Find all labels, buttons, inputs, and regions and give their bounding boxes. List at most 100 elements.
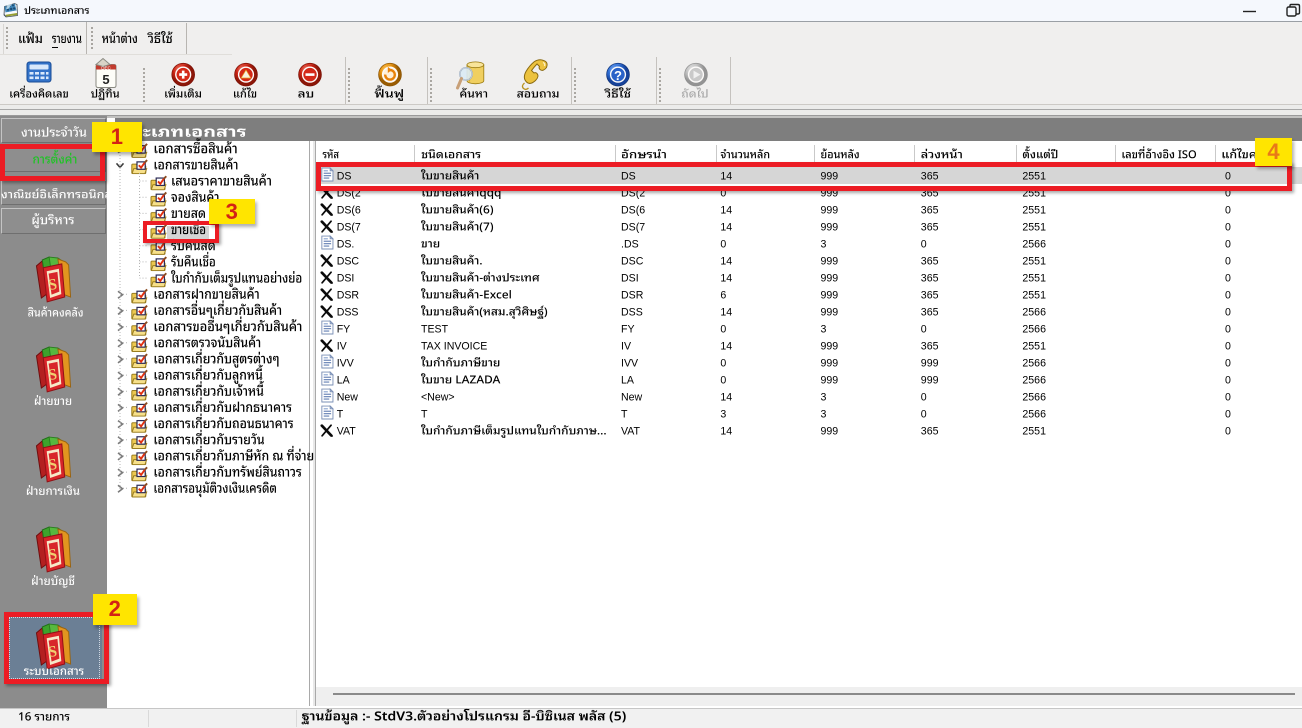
svg-text:2551: 2551 bbox=[1022, 425, 1046, 437]
svg-text:0: 0 bbox=[1225, 425, 1231, 437]
svg-text:999: 999 bbox=[821, 357, 839, 369]
svg-text:?: ? bbox=[614, 68, 622, 83]
svg-text:999: 999 bbox=[821, 204, 839, 216]
svg-text:0: 0 bbox=[1225, 306, 1231, 318]
svg-text:DSR: DSR bbox=[337, 289, 360, 301]
svg-text:0: 0 bbox=[921, 238, 927, 250]
svg-text:0: 0 bbox=[1225, 323, 1231, 335]
svg-text:.DS: .DS bbox=[621, 238, 639, 250]
svg-text:14: 14 bbox=[720, 272, 732, 284]
svg-text:365: 365 bbox=[921, 425, 939, 437]
svg-text:999: 999 bbox=[821, 221, 839, 233]
svg-text:999: 999 bbox=[821, 306, 839, 318]
svg-text:FY: FY bbox=[621, 323, 635, 335]
svg-text:999: 999 bbox=[821, 289, 839, 301]
svg-text:0: 0 bbox=[1225, 221, 1231, 233]
svg-text:2551: 2551 bbox=[1022, 272, 1046, 284]
svg-text:3: 3 bbox=[821, 391, 827, 403]
svg-text:DSS: DSS bbox=[621, 306, 643, 318]
svg-text:TAX INVOICE: TAX INVOICE bbox=[421, 340, 487, 352]
svg-text:2551: 2551 bbox=[1022, 204, 1046, 216]
svg-text:3: 3 bbox=[821, 323, 827, 335]
svg-text:0: 0 bbox=[720, 323, 726, 335]
svg-text:2566: 2566 bbox=[1022, 357, 1046, 369]
svg-text:VAT: VAT bbox=[621, 425, 641, 437]
svg-text:3: 3 bbox=[821, 238, 827, 250]
svg-text:0: 0 bbox=[1225, 289, 1231, 301]
svg-text:2566: 2566 bbox=[1022, 238, 1046, 250]
svg-text:0: 0 bbox=[1225, 374, 1231, 386]
svg-text:14: 14 bbox=[720, 204, 732, 216]
svg-text:365: 365 bbox=[921, 340, 939, 352]
svg-text:999: 999 bbox=[821, 255, 839, 267]
svg-text:2551: 2551 bbox=[1022, 255, 1046, 267]
svg-text:New: New bbox=[337, 391, 359, 403]
svg-text:T: T bbox=[621, 408, 628, 420]
svg-text:0: 0 bbox=[1225, 272, 1231, 284]
svg-text:T: T bbox=[421, 408, 428, 420]
svg-text:IV: IV bbox=[337, 340, 348, 352]
svg-text:5: 5 bbox=[102, 72, 109, 87]
svg-text:14: 14 bbox=[720, 340, 732, 352]
svg-text:2551: 2551 bbox=[1022, 289, 1046, 301]
svg-text:365: 365 bbox=[921, 255, 939, 267]
svg-text:DSC: DSC bbox=[337, 255, 360, 267]
svg-text:0: 0 bbox=[921, 408, 927, 420]
svg-text:FY: FY bbox=[337, 323, 351, 335]
svg-text:TEST: TEST bbox=[421, 323, 449, 335]
svg-text:DSI: DSI bbox=[337, 272, 355, 284]
svg-text:DS(6: DS(6 bbox=[621, 204, 645, 216]
svg-text:2566: 2566 bbox=[1022, 306, 1046, 318]
svg-text:999: 999 bbox=[821, 374, 839, 386]
svg-text:0: 0 bbox=[1225, 238, 1231, 250]
svg-text:<New>: <New> bbox=[421, 391, 455, 403]
svg-text:0: 0 bbox=[1225, 357, 1231, 369]
svg-text:365: 365 bbox=[921, 289, 939, 301]
svg-text:0: 0 bbox=[921, 323, 927, 335]
svg-text:0: 0 bbox=[1225, 391, 1231, 403]
svg-text:14: 14 bbox=[720, 255, 732, 267]
svg-text:999: 999 bbox=[821, 340, 839, 352]
svg-text:2551: 2551 bbox=[1022, 221, 1046, 233]
svg-text:DS(7: DS(7 bbox=[337, 221, 361, 233]
svg-text:DS(7: DS(7 bbox=[621, 221, 645, 233]
svg-text:DEC: DEC bbox=[101, 65, 111, 70]
svg-text:14: 14 bbox=[720, 306, 732, 318]
svg-text:0: 0 bbox=[1225, 255, 1231, 267]
svg-text:DSC: DSC bbox=[621, 255, 644, 267]
svg-text:T: T bbox=[337, 408, 344, 420]
svg-text:DS(6: DS(6 bbox=[337, 204, 361, 216]
svg-text:365: 365 bbox=[921, 204, 939, 216]
svg-text:IVV: IVV bbox=[337, 357, 355, 369]
svg-text:14: 14 bbox=[720, 391, 732, 403]
svg-text:999: 999 bbox=[821, 272, 839, 284]
svg-text:0: 0 bbox=[1225, 408, 1231, 420]
svg-text:999: 999 bbox=[921, 357, 939, 369]
svg-text:3: 3 bbox=[821, 408, 827, 420]
svg-text:New: New bbox=[621, 391, 643, 403]
svg-text:0: 0 bbox=[720, 374, 726, 386]
svg-text:IVV: IVV bbox=[621, 357, 639, 369]
svg-text:2566: 2566 bbox=[1022, 408, 1046, 420]
svg-text:999: 999 bbox=[821, 425, 839, 437]
svg-text:DS.: DS. bbox=[337, 238, 355, 250]
svg-text:IV: IV bbox=[621, 340, 632, 352]
svg-text:0: 0 bbox=[921, 391, 927, 403]
svg-text:14: 14 bbox=[720, 221, 732, 233]
svg-text:0: 0 bbox=[1225, 204, 1231, 216]
svg-text:2566: 2566 bbox=[1022, 374, 1046, 386]
svg-text:6: 6 bbox=[720, 289, 726, 301]
svg-text:0: 0 bbox=[720, 238, 726, 250]
svg-text:3: 3 bbox=[720, 408, 726, 420]
svg-text:14: 14 bbox=[720, 425, 732, 437]
svg-text:0: 0 bbox=[720, 357, 726, 369]
svg-text:2551: 2551 bbox=[1022, 340, 1046, 352]
svg-text:DSR: DSR bbox=[621, 289, 644, 301]
svg-text:DSI: DSI bbox=[621, 272, 639, 284]
svg-text:365: 365 bbox=[921, 306, 939, 318]
svg-text:365: 365 bbox=[921, 221, 939, 233]
svg-text:LA: LA bbox=[337, 374, 351, 386]
svg-text:999: 999 bbox=[921, 374, 939, 386]
svg-text:VAT: VAT bbox=[337, 425, 357, 437]
svg-text:0: 0 bbox=[1225, 340, 1231, 352]
